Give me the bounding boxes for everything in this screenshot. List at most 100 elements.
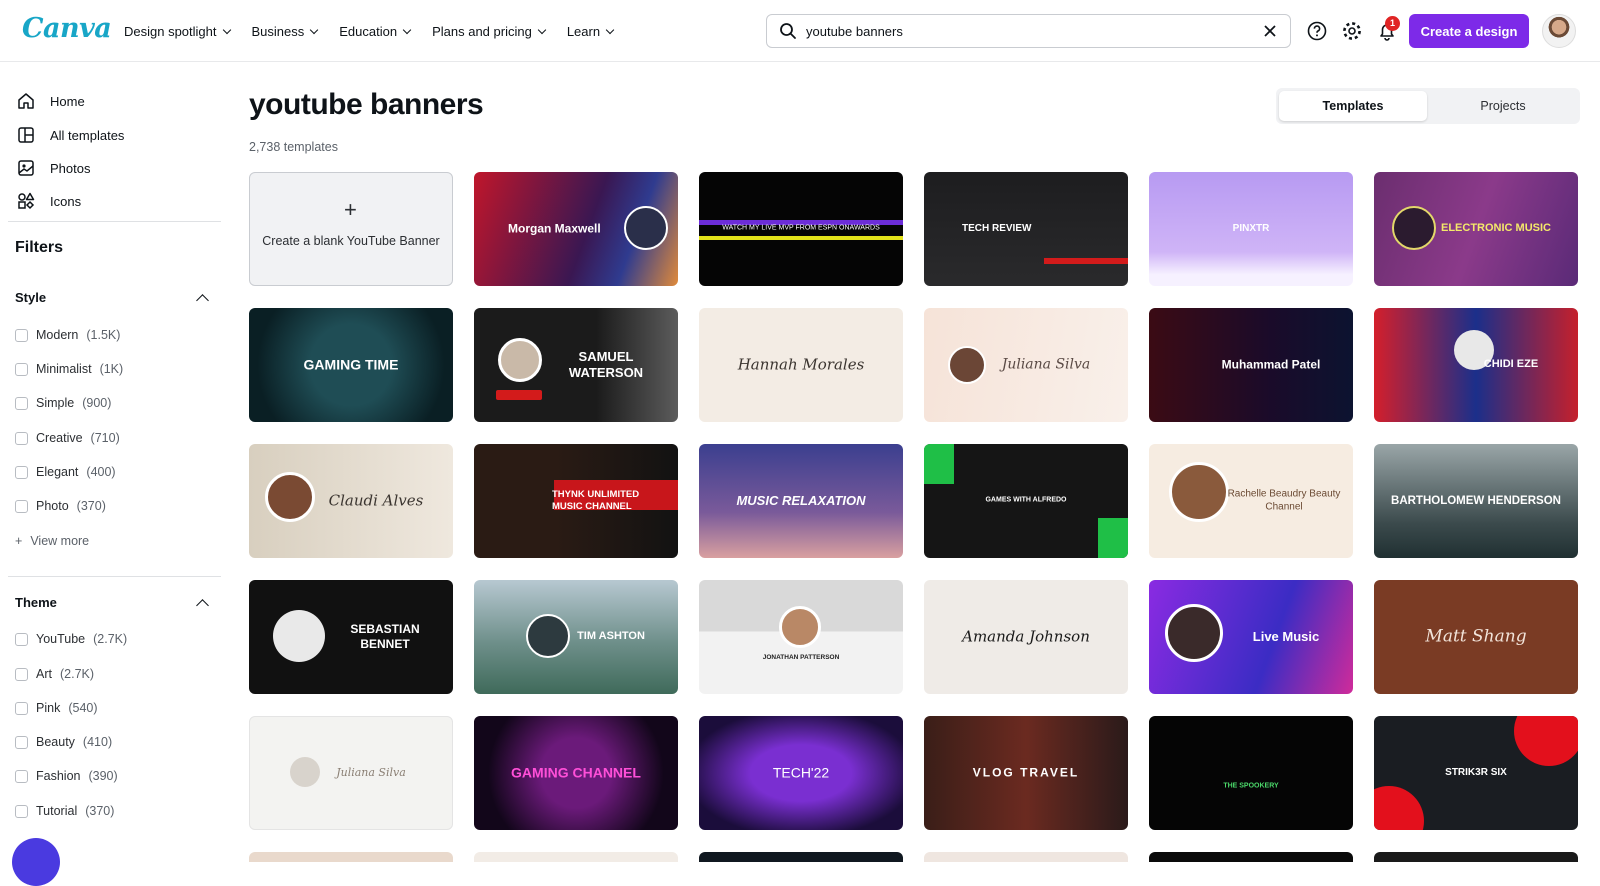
filter-label: Photo <box>36 499 69 513</box>
checkbox[interactable] <box>15 396 28 410</box>
filter-theme-pink[interactable]: Pink (540) <box>15 701 98 715</box>
template-card[interactable]: MUSIC RELAXATION <box>699 444 903 558</box>
template-card[interactable]: Amanda Johnson <box>924 580 1128 694</box>
chevron-up-icon[interactable] <box>196 599 209 612</box>
filter-style-creative[interactable]: Creative (710) <box>15 431 120 445</box>
filter-count: (900) <box>82 396 112 410</box>
template-card[interactable]: THE SPOOKERY <box>1149 716 1353 830</box>
filter-theme-art[interactable]: Art (2.7K) <box>15 667 94 681</box>
template-card[interactable]: JONATHAN PATTERSON <box>699 580 903 694</box>
filter-theme-tutorial[interactable]: Tutorial (370) <box>15 804 114 818</box>
create-design-button[interactable]: Create a design <box>1409 14 1529 48</box>
filter-style-elegant[interactable]: Elegant (400) <box>15 465 116 479</box>
template-card[interactable]: Morgan Maxwell <box>474 172 678 286</box>
template-card[interactable]: SEBASTIAN BENNET <box>249 580 453 694</box>
nav-label: Plans and pricing <box>432 23 532 39</box>
tab-templates[interactable]: Templates <box>1279 91 1427 121</box>
filter-style-photo[interactable]: Photo (370) <box>15 499 106 513</box>
settings-icon[interactable] <box>1341 20 1363 42</box>
help-chat-button[interactable] <box>12 838 60 886</box>
filter-style-simple[interactable]: Simple (900) <box>15 396 111 410</box>
template-card-partial[interactable] <box>924 852 1128 862</box>
template-card-partial[interactable] <box>699 852 903 862</box>
nav-plans-pricing[interactable]: Plans and pricing <box>432 23 547 39</box>
template-card-partial[interactable] <box>474 852 678 862</box>
checkbox[interactable] <box>15 769 28 783</box>
checkbox[interactable] <box>15 701 28 715</box>
filter-label: Pink <box>36 701 61 715</box>
template-card[interactable]: VLOG TRAVEL <box>924 716 1128 830</box>
template-card[interactable]: TECH REVIEW <box>924 172 1128 286</box>
chevron-up-icon[interactable] <box>196 294 209 307</box>
search-input[interactable] <box>806 23 1246 39</box>
template-card[interactable]: Muhammad Patel <box>1149 308 1353 422</box>
nav-business[interactable]: Business <box>252 24 319 39</box>
template-text: Hannah Morales <box>737 355 865 374</box>
theme-filter-title[interactable]: Theme <box>15 595 57 610</box>
template-card-partial[interactable] <box>1149 852 1353 862</box>
template-card[interactable]: PINXTR <box>1149 172 1353 286</box>
checkbox[interactable] <box>15 499 28 513</box>
nav-learn[interactable]: Learn <box>567 24 615 39</box>
checkbox[interactable] <box>15 328 28 342</box>
help-icon[interactable] <box>1306 20 1328 42</box>
sidebar-item-icons[interactable]: Icons <box>16 191 81 211</box>
template-card[interactable]: THYNK UNLIMITED MUSIC CHANNEL <box>474 444 678 558</box>
clear-search-icon[interactable] <box>1262 23 1278 39</box>
filter-label: YouTube <box>36 632 86 646</box>
template-card[interactable]: GAMING CHANNEL <box>474 716 678 830</box>
template-card[interactable]: Juliana Silva <box>924 308 1128 422</box>
template-text: Matt Shang <box>1425 626 1527 647</box>
template-text: MUSIC RELAXATION <box>736 492 866 508</box>
template-card[interactable]: Rachelle Beaudry Beauty Channel <box>1149 444 1353 558</box>
filter-style-modern[interactable]: Modern (1.5K) <box>15 328 120 342</box>
sidebar-item-home[interactable]: Home <box>16 91 85 111</box>
template-card[interactable]: Hannah Morales <box>699 308 903 422</box>
template-card[interactable]: GAMING TIME <box>249 308 453 422</box>
template-card[interactable]: GAMES WITH ALFREDO <box>924 444 1128 558</box>
filter-style-minimalist[interactable]: Minimalist (1K) <box>15 362 123 376</box>
template-card[interactable]: SAMUEL WATERSON <box>474 308 678 422</box>
template-leaf <box>1098 518 1128 558</box>
template-grid-next-row <box>249 852 1578 862</box>
canva-logo[interactable]: Canva <box>22 13 112 44</box>
sidebar-divider <box>8 221 221 222</box>
checkbox[interactable] <box>15 431 28 445</box>
filter-theme-fashion[interactable]: Fashion (390) <box>15 769 118 783</box>
subscribe-badge <box>496 390 542 400</box>
template-card[interactable]: ELECTRONIC MUSIC <box>1374 172 1578 286</box>
template-card[interactable]: TIM ASHTON <box>474 580 678 694</box>
checkbox[interactable] <box>15 632 28 646</box>
template-card[interactable]: Live Music <box>1149 580 1353 694</box>
template-card[interactable]: WATCH MY LIVE MVP FROM ESPN ONAWARDS <box>699 172 903 286</box>
nav-education[interactable]: Education <box>339 24 412 39</box>
nav-design-spotlight[interactable]: Design spotlight <box>124 24 231 39</box>
checkbox[interactable] <box>15 362 28 376</box>
filter-theme-beauty[interactable]: Beauty (410) <box>15 735 112 749</box>
filter-count: (390) <box>88 769 118 783</box>
user-avatar[interactable] <box>1542 14 1576 48</box>
checkbox[interactable] <box>15 735 28 749</box>
style-filter-title[interactable]: Style <box>15 290 46 305</box>
sidebar-item-label: Icons <box>50 193 82 209</box>
view-more-link[interactable]: + View more <box>15 534 89 548</box>
template-card[interactable]: BARTHOLOMEW HENDERSON <box>1374 444 1578 558</box>
template-card-partial[interactable] <box>249 852 453 862</box>
template-card[interactable]: Juliana Silva <box>249 716 453 830</box>
create-blank-card[interactable]: + Create a blank YouTube Banner <box>249 172 453 286</box>
template-card-partial[interactable] <box>1374 852 1578 862</box>
template-text: VLOG TRAVEL <box>972 765 1080 780</box>
template-card[interactable]: Matt Shang <box>1374 580 1578 694</box>
template-card[interactable]: STRIK3R SIX <box>1374 716 1578 830</box>
checkbox[interactable] <box>15 667 28 681</box>
checkbox[interactable] <box>15 465 28 479</box>
tab-projects[interactable]: Projects <box>1429 91 1577 121</box>
template-card[interactable]: Claudi Alves <box>249 444 453 558</box>
sidebar-item-all-templates[interactable]: All templates <box>16 125 124 145</box>
sidebar-item-photos[interactable]: Photos <box>16 158 90 178</box>
template-card[interactable]: CHIDI EZE <box>1374 308 1578 422</box>
filter-theme-youtube[interactable]: YouTube (2.7K) <box>15 632 127 646</box>
checkbox[interactable] <box>15 804 28 818</box>
template-photo <box>779 606 821 648</box>
template-card[interactable]: TECH'22 <box>699 716 903 830</box>
